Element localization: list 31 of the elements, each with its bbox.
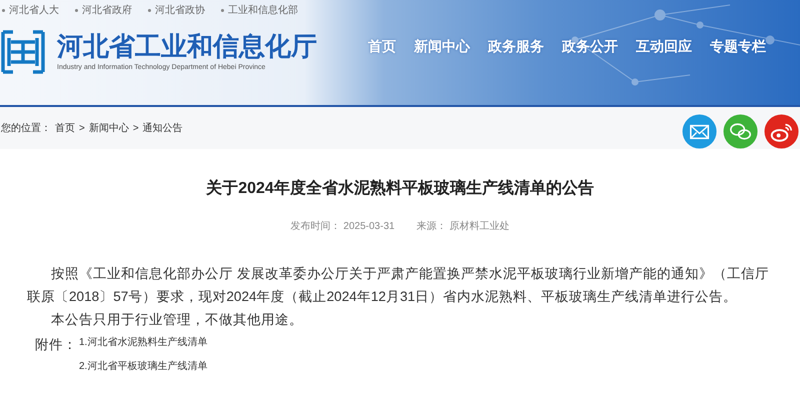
logo-icon [1,30,45,74]
breadcrumb-link[interactable]: 通知公告 [142,120,183,136]
bullet-icon [75,9,78,12]
breadcrumb-separator: > [132,122,139,136]
nav-link[interactable]: 政务公开 [562,36,618,57]
nav-link[interactable]: 政务服务 [488,36,544,57]
publish-date: 发布时间： 2025-03-31 [290,220,395,234]
eye-icon[interactable] [764,114,799,149]
article-source: 来源： 原材料工业处 [416,220,510,234]
article-title: 关于2024年度全省水泥熟料平板玻璃生产线清单的公告 [204,178,595,199]
breadcrumb-separator: > [79,122,85,136]
top-link[interactable]: 河北省政协 [155,3,205,18]
top-link[interactable]: 河北省人大 [9,3,59,18]
site-title: 河北省工业和信息化厅 [57,30,317,61]
bullet-icon [2,9,5,12]
attachment-link[interactable]: 1.河北省水泥熟料生产线清单 [79,336,208,350]
paragraph: 本公告只用于行业管理，不做其他用途。 [50,311,304,329]
nav-link[interactable]: 互动回应 [636,36,692,57]
top-link[interactable]: 河北省政府 [82,3,132,18]
nav-link[interactable]: 专题专栏 [710,36,766,57]
top-link[interactable]: 工业和信息化部 [228,3,298,18]
chat-bubbles-icon[interactable] [723,114,758,149]
bullet-icon [221,9,224,12]
mail-icon[interactable] [682,114,717,149]
paragraph: 按照《工业和信息化部办公厅 发展改革委办公厅关于严肃产能置换严禁水泥平板玻璃行业新增产能的通知》（工信厅联原〔2018〕57号）要求，现对2024年度（截止2024年12月31日）省内水泥熟料、平板玻璃生产线清单进行公告。 [27,265,770,306]
breadcrumb-link[interactable]: 首页 [55,120,75,136]
breadcrumb-link[interactable]: 新闻中心 [88,120,129,136]
breadcrumb-label: 您的位置： [1,122,51,136]
attachments-label: 附件： [35,336,77,354]
bullet-icon [148,9,151,12]
attachment-link[interactable]: 2.河北省平板玻璃生产线清单 [79,360,208,374]
